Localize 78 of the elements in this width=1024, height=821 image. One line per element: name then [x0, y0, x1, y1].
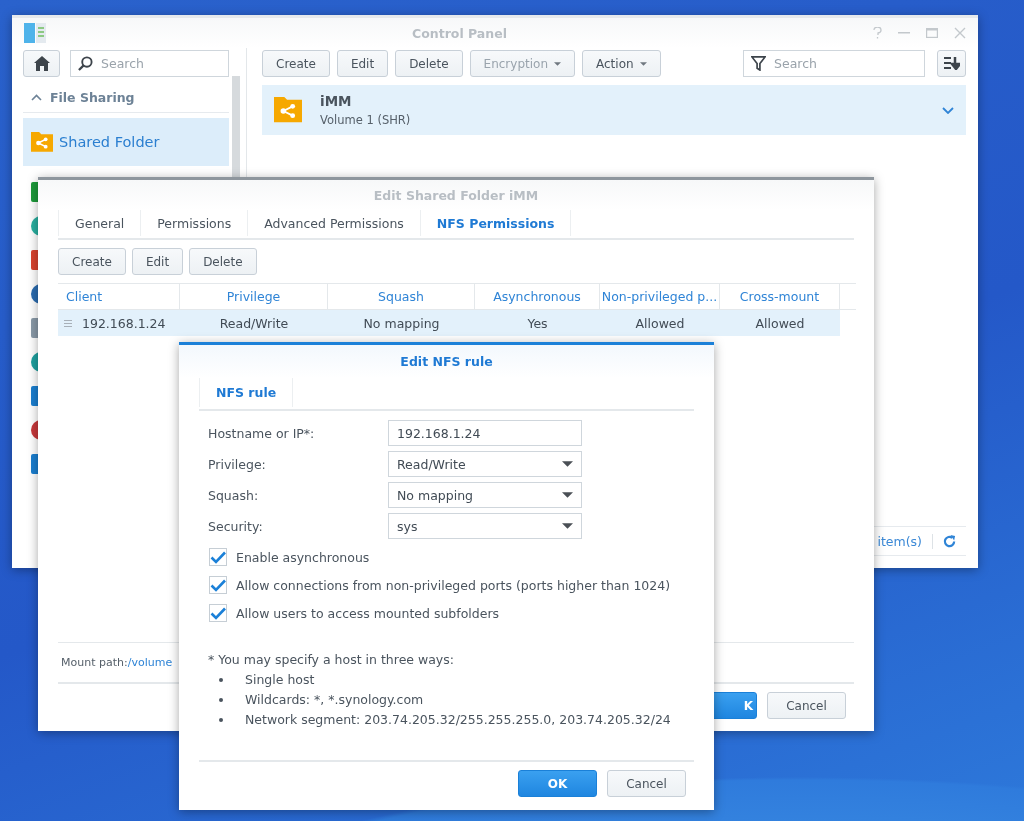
chevron-icon [31, 94, 42, 101]
toolbar-button[interactable]: Delete [395, 50, 463, 77]
folder-volume: Volume 1 (SHR) [320, 113, 412, 127]
search-field[interactable]: Search [70, 50, 229, 77]
checkbox[interactable] [209, 576, 227, 594]
table-cell: 192.168.1.24 [58, 310, 180, 336]
drag-handle-icon[interactable] [64, 319, 72, 327]
refresh-icon[interactable] [943, 534, 956, 548]
tab[interactable]: NFS Permissions [419, 210, 572, 236]
dialog-title: Edit Shared Folder iMM [372, 187, 540, 203]
note-text: * You may specify a host in three ways: [208, 652, 455, 667]
shared-folder-icon [31, 132, 53, 152]
dropdown-field[interactable]: Read/Write [388, 451, 582, 477]
column-header[interactable]: Privilege [180, 283, 328, 310]
mount-path-link[interactable]: /volume [127, 656, 173, 669]
folder-name: iMM [320, 93, 353, 109]
tab[interactable]: NFS rule [199, 378, 294, 407]
filter-icon [751, 56, 766, 71]
toolbar-button[interactable]: Action [582, 50, 661, 77]
table-cell: No mapping [328, 310, 475, 336]
note-item: Wildcards: *, *.synology.com [245, 692, 424, 707]
checkbox-label: Enable asynchronous [236, 549, 370, 565]
sort-button[interactable] [937, 50, 966, 77]
bullet-icon [219, 677, 223, 682]
app-icon [24, 23, 46, 43]
window-title: Control Panel [411, 25, 508, 41]
home-icon [33, 56, 50, 71]
dropdown-field[interactable]: No mapping [388, 482, 582, 508]
table-cell: Allowed [600, 310, 720, 336]
toolbar-button[interactable]: Create [262, 50, 330, 77]
filter-field[interactable]: Search [743, 50, 925, 77]
field-label: Security: [208, 518, 264, 534]
mount-path-label: Mount path: [61, 656, 128, 669]
cancel-button[interactable]: Cancel [607, 770, 686, 797]
column-header[interactable]: Asynchronous [475, 283, 600, 310]
input-field[interactable]: 192.168.1.24 [388, 420, 582, 446]
search-icon [78, 56, 93, 71]
caret-icon [554, 61, 561, 66]
section-header[interactable]: File Sharing [23, 83, 229, 113]
sidebar-item[interactable]: Shared Folder [23, 118, 229, 166]
tab[interactable]: Advanced Permissions [247, 210, 420, 236]
bullet-icon [219, 717, 223, 722]
dialog-title: Edit NFS rule [399, 354, 494, 369]
column-header[interactable]: Client [58, 283, 180, 310]
folder-row[interactable]: iMM Volume 1 (SHR) [262, 85, 966, 135]
item-count: item(s) [877, 533, 933, 549]
caret-icon [562, 523, 573, 529]
toolbar-button[interactable]: Edit [336, 50, 389, 77]
note-item: Network segment: 203.74.205.32/255.255.255.0, 203.74.205.32/24 [245, 712, 671, 727]
table-cell: Allowed [720, 310, 840, 336]
table-cell: Yes [475, 310, 600, 336]
rule-toolbar-button[interactable]: Create [58, 248, 126, 275]
caret-icon [562, 492, 573, 498]
column-header[interactable]: Squash [328, 283, 475, 310]
tab[interactable]: Permissions [140, 210, 248, 236]
checkbox-label: Allow connections from non-privileged ports (ports higher than 1024) [236, 577, 671, 593]
shared-folder-icon [274, 97, 302, 123]
caret-icon [562, 461, 573, 467]
tab[interactable]: General [58, 210, 141, 236]
sort-icon [943, 57, 960, 70]
checkbox[interactable] [209, 604, 227, 622]
rule-toolbar-button[interactable]: Delete [189, 248, 257, 275]
rule-toolbar-button[interactable]: Edit [131, 248, 184, 275]
column-header[interactable]: Non-privileged p... [600, 283, 720, 310]
field-label: Squash: [208, 487, 260, 503]
column-header[interactable]: Cross-mount [720, 283, 840, 310]
dropdown-field[interactable]: sys [388, 513, 582, 539]
bullet-icon [219, 697, 223, 702]
checkbox[interactable] [209, 548, 227, 566]
home-button[interactable] [23, 50, 60, 77]
field-label: Hostname or IP*: [208, 425, 316, 441]
caret-icon [639, 61, 647, 66]
note-item: Single host [245, 672, 315, 687]
checkbox-label: Allow users to access mounted subfolders [236, 605, 500, 621]
table-cell: Read/Write [180, 310, 328, 336]
chevron-down-icon[interactable] [942, 106, 954, 114]
field-label: Privilege: [208, 456, 267, 472]
cancel-button[interactable]: Cancel [767, 692, 846, 719]
